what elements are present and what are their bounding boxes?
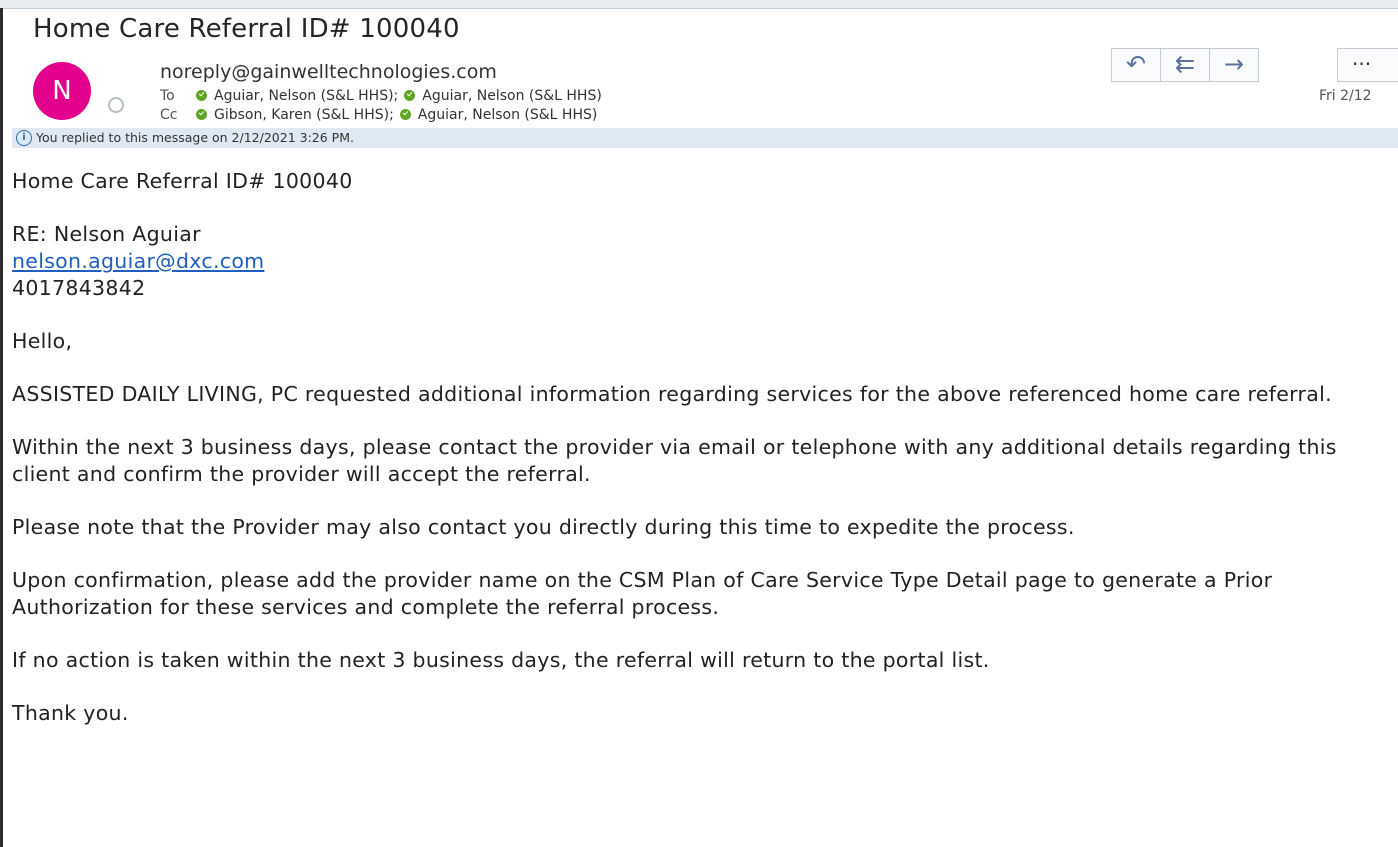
body-paragraph: Within the next 3 business days, please … xyxy=(12,435,1337,486)
recipient-name[interactable]: Gibson, Karen (S&L HHS); xyxy=(214,107,394,123)
window-top-strip xyxy=(0,0,1398,9)
recipient-name[interactable]: Aguiar, Nelson (S&L HHS) xyxy=(418,107,598,123)
cc-label: Cc xyxy=(160,107,178,123)
message-actions-group: ↶ ⇇ → xyxy=(1111,48,1259,82)
closing-line: Thank you. xyxy=(12,701,129,725)
message-date: Fri 2/12 xyxy=(1319,88,1372,104)
greeting: Hello, xyxy=(12,329,73,353)
forward-button[interactable]: → xyxy=(1210,49,1258,81)
message-body: Home Care Referral ID# 100040 RE: Nelson… xyxy=(12,168,1392,727)
sender-avatar[interactable]: N xyxy=(33,62,91,120)
presence-status-icon xyxy=(108,97,124,113)
sender-address[interactable]: noreply@gainwelltechnologies.com xyxy=(160,61,497,83)
cc-recipients-line: Cc Gibson, Karen (S&L HHS); Aguiar, Nelson… xyxy=(160,107,597,123)
recipient-name[interactable]: Aguiar, Nelson (S&L HHS); xyxy=(214,88,398,104)
replied-info-text: You replied to this message on 2/12/2021… xyxy=(36,130,354,145)
body-paragraph: Upon confirmation, please add the provid… xyxy=(12,568,1273,619)
reply-icon: ↶ xyxy=(1125,50,1147,78)
to-recipients-line: To Aguiar, Nelson (S&L HHS); Aguiar, Nelso… xyxy=(160,88,602,104)
presence-available-icon xyxy=(404,90,416,101)
reply-all-button[interactable]: ⇇ xyxy=(1161,49,1210,81)
body-paragraph: Please note that the Provider may also c… xyxy=(12,515,1075,539)
recipient-name[interactable]: Aguiar, Nelson (S&L HHS) xyxy=(422,88,602,104)
reading-pane-border xyxy=(0,8,3,847)
presence-available-icon xyxy=(196,90,207,101)
re-line: RE: Nelson Aguiar xyxy=(12,222,201,246)
more-actions-button[interactable]: ··· xyxy=(1337,48,1398,82)
body-paragraph: ASSISTED DAILY LIVING, PC requested addi… xyxy=(12,382,1332,406)
reply-all-icon: ⇇ xyxy=(1174,50,1196,78)
body-title: Home Care Referral ID# 100040 xyxy=(12,169,353,193)
email-subject: Home Care Referral ID# 100040 xyxy=(33,14,460,44)
body-paragraph: If no action is taken within the next 3 … xyxy=(12,648,990,672)
presence-available-icon xyxy=(196,109,207,120)
more-icon: ··· xyxy=(1352,52,1372,76)
forward-icon: → xyxy=(1223,50,1245,78)
to-label: To xyxy=(160,88,175,104)
replied-info-bar: i You replied to this message on 2/12/20… xyxy=(12,128,1398,148)
email-link[interactable]: nelson.aguiar@dxc.com xyxy=(12,249,264,273)
info-icon: i xyxy=(16,130,32,146)
phone-number: 4017843842 xyxy=(12,276,146,300)
presence-available-icon xyxy=(399,109,411,120)
reply-button[interactable]: ↶ xyxy=(1112,49,1161,81)
